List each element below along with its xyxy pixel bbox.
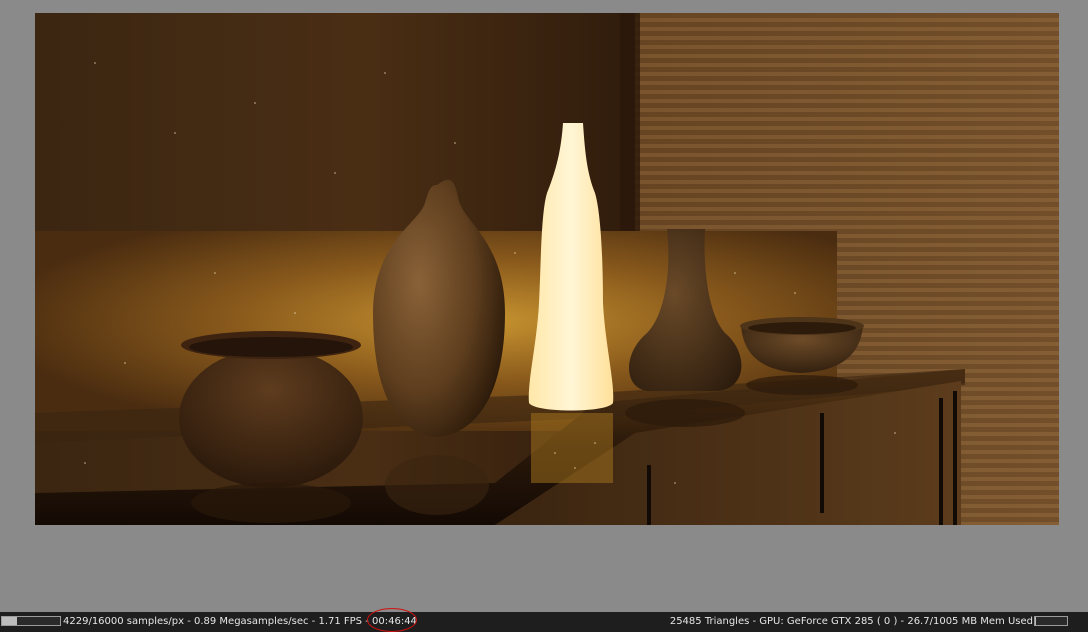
render-viewport[interactable]	[35, 13, 1059, 525]
scene-info-text: 25485 Triangles - GPU: GeForce GTX 285 (…	[669, 616, 1033, 627]
memory-usage-bar	[1034, 616, 1068, 626]
separator: -	[184, 616, 194, 627]
memory-usage-fill	[1035, 617, 1037, 625]
render-status-bar: 4229/16000 samples/px - 0.89 Megasamples…	[0, 608, 1088, 632]
highlight-circle	[367, 608, 417, 632]
render-progress-fill	[2, 617, 18, 625]
elapsed-time: 00:46:44	[367, 608, 417, 632]
rendered-image	[35, 13, 1059, 525]
separator: -	[308, 616, 319, 627]
render-progress-bar	[1, 616, 61, 626]
render-stats: 4229/16000 samples/px - 0.89 Megasamples…	[63, 608, 417, 632]
megasamples-text: 0.89 Megasamples/sec	[193, 616, 309, 627]
fps-text: 1.71 FPS	[318, 616, 363, 627]
samples-text: 4229/16000 samples/px	[63, 616, 185, 627]
